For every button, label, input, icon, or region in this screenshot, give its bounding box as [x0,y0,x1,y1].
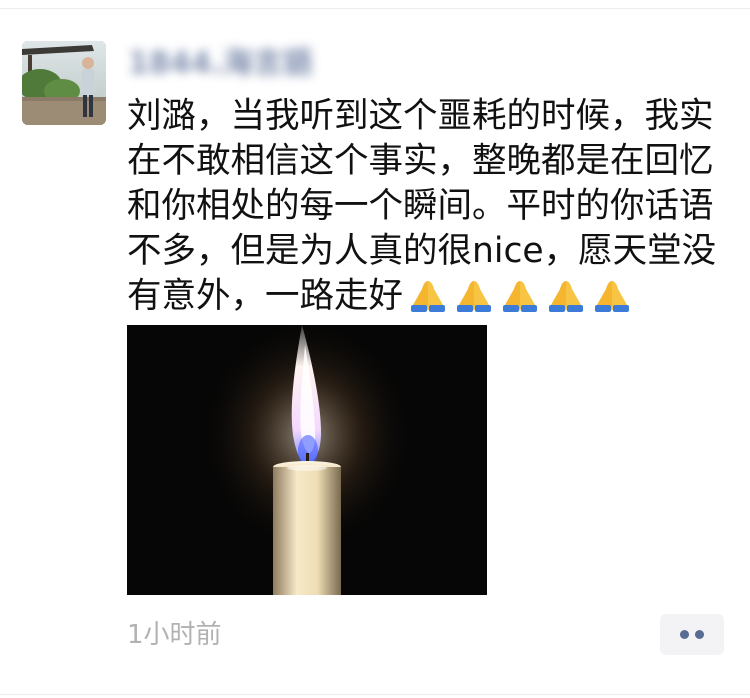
author-name[interactable]: 1844.海言語 [128,44,313,84]
more-dots-icon [680,630,704,639]
top-divider [0,8,750,9]
folded-hands-icon [499,275,541,313]
moments-feed-item: 1844.海言語 刘潞，当我听到这个噩耗的时候，我实 在不敢相信这个事实，整晚都… [0,0,750,698]
avatar[interactable] [22,41,106,125]
emoji-group [407,275,633,313]
candle-photo[interactable] [127,325,487,595]
bottom-divider [0,694,750,695]
folded-hands-icon [453,275,495,313]
post-text: 刘潞，当我听到这个噩耗的时候，我实 在不敢相信这个事实，整晚都是在回忆 和你相处… [127,94,727,319]
folded-hands-icon [545,275,587,313]
post-timestamp: 1小时前 [127,620,222,650]
folded-hands-icon [407,275,449,313]
more-actions-button[interactable] [660,614,724,655]
folded-hands-icon [591,275,633,313]
